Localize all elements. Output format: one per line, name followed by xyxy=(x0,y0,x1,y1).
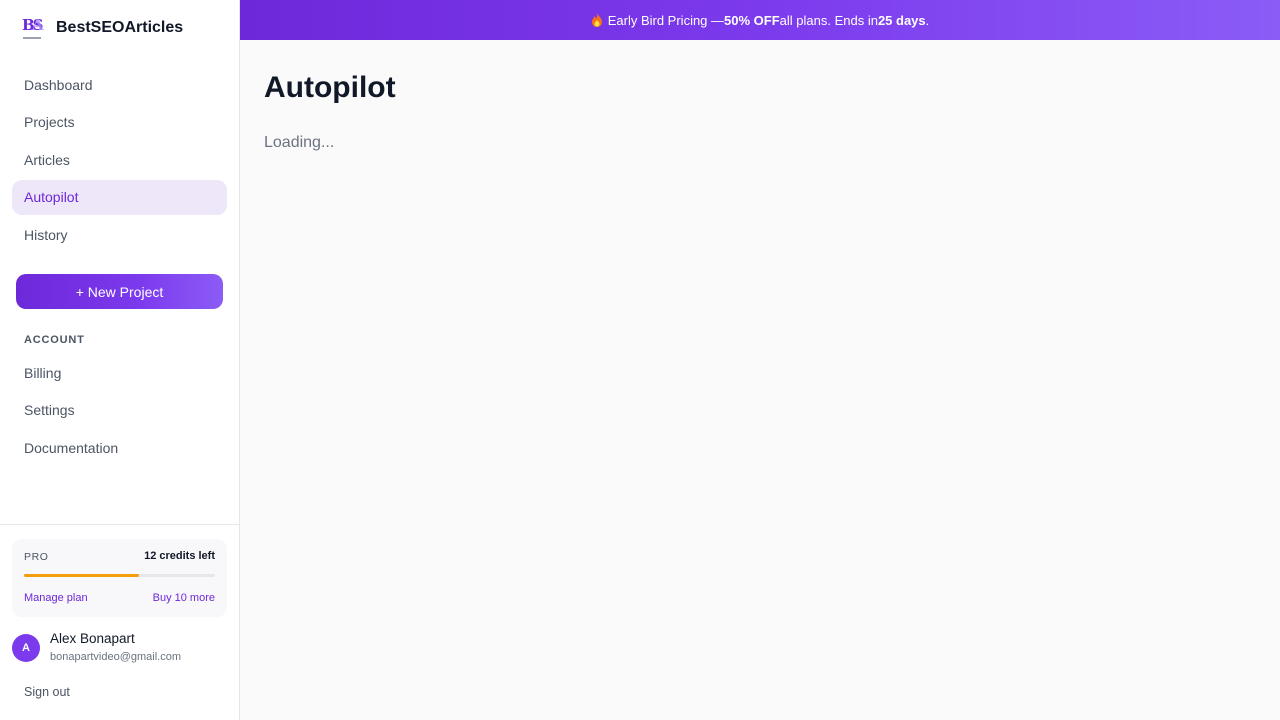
nav-item-label: Projects xyxy=(24,114,75,130)
nav-item-label: Documentation xyxy=(24,439,119,456)
nav-item-projects[interactable]: Projects xyxy=(12,105,227,140)
banner-middle: all plans. Ends in xyxy=(779,12,878,28)
credits-left: 12 credits left xyxy=(144,550,215,562)
banner-days: 25 days xyxy=(877,12,926,28)
account-section-label: ACCOUNT xyxy=(24,334,85,346)
plan-card: PRO 12 credits left Manage plan Buy 10 m… xyxy=(12,539,227,617)
manage-plan-link[interactable]: Manage plan xyxy=(24,592,88,604)
logo-mark-accent: A xyxy=(32,16,44,34)
promo-banner: Early Bird Pricing — 50% OFF all plans. … xyxy=(240,0,1280,40)
loading-status: Loading... xyxy=(264,134,335,151)
plan-name: PRO xyxy=(24,551,49,563)
user-name: Alex Bonapart xyxy=(50,631,135,646)
credits-progress-bar xyxy=(24,574,215,577)
nav-item-label: Settings xyxy=(24,402,75,418)
account-nav: Billing Settings Documentation xyxy=(12,355,227,468)
nav-item-autopilot[interactable]: Autopilot xyxy=(12,179,227,215)
fire-icon xyxy=(591,13,602,27)
logo-underline xyxy=(23,37,41,39)
brand[interactable]: BS A BestSEOArticles xyxy=(22,14,183,42)
nav-item-label: Billing xyxy=(24,364,62,381)
user-email: bonapartvideo@gmail.com xyxy=(50,651,182,663)
brand-name: BestSEOArticles xyxy=(56,19,184,36)
nav-item-articles[interactable]: Articles xyxy=(12,142,227,177)
nav-item-history[interactable]: History xyxy=(12,217,227,252)
banner-prefix: Early Bird Pricing — xyxy=(607,12,725,28)
sidebar: BS A BestSEOArticles Dashboard Projects … xyxy=(0,0,240,720)
nav-item-label: History xyxy=(24,226,68,243)
banner-suffix: . xyxy=(925,12,930,28)
nav-item-label: Autopilot xyxy=(24,189,79,205)
nav-item-dashboard[interactable]: Dashboard xyxy=(12,67,227,102)
banner-discount: 50% OFF xyxy=(724,12,780,28)
new-project-button[interactable]: + New Project xyxy=(16,274,223,309)
divider xyxy=(0,524,239,525)
page-title: Autopilot xyxy=(264,71,396,104)
sign-out-link[interactable]: Sign out xyxy=(24,685,70,699)
nav-item-label: Dashboard xyxy=(24,76,93,93)
nav-item-settings[interactable]: Settings xyxy=(12,393,227,428)
nav-item-label: Articles xyxy=(24,151,70,168)
buy-more-link[interactable]: Buy 10 more xyxy=(153,592,215,604)
avatar[interactable]: A xyxy=(12,634,40,662)
nav-item-documentation[interactable]: Documentation xyxy=(12,430,227,465)
nav-item-billing[interactable]: Billing xyxy=(12,355,227,390)
credits-progress-fill xyxy=(24,574,139,577)
main-nav: Dashboard Projects Articles Autopilot Hi… xyxy=(12,67,227,255)
brand-logo: BS A xyxy=(22,15,46,41)
